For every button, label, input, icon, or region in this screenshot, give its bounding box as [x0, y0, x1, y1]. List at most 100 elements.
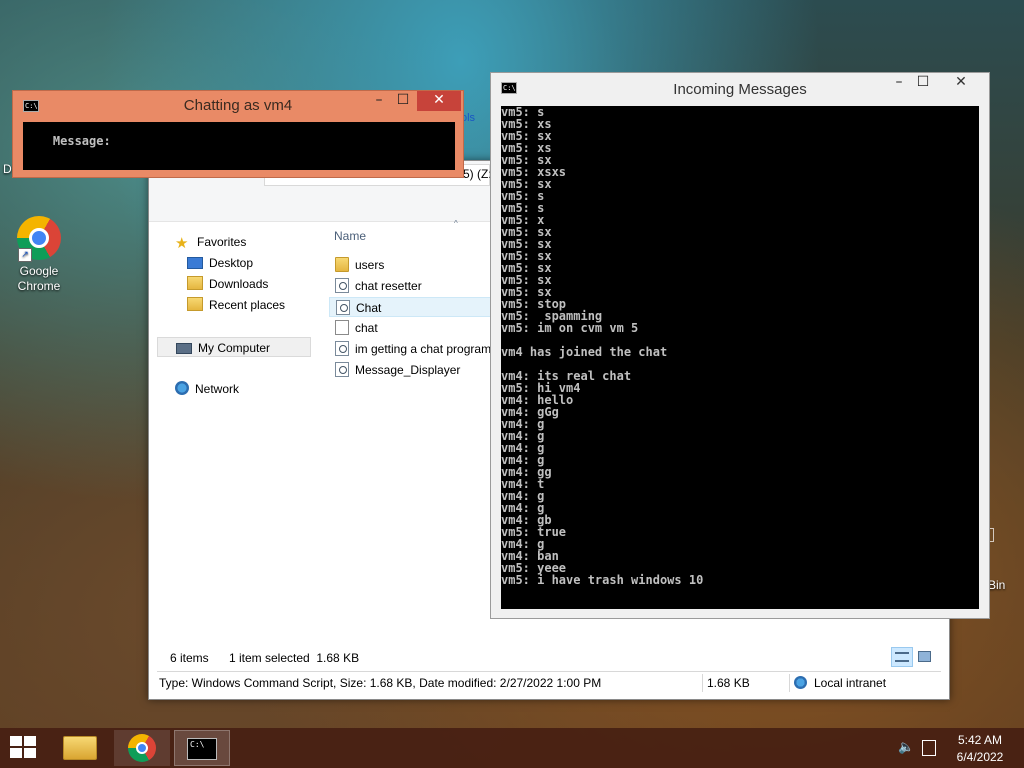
taskbar-google-chrome[interactable] [114, 730, 170, 766]
terminal-line: vm4: g [501, 429, 545, 443]
details-divider [702, 674, 703, 692]
terminal-line: vm4: g [501, 417, 545, 431]
terminal-line: vm5: sx [501, 261, 552, 275]
downloads-folder-icon [187, 276, 203, 290]
taskbar-command-prompt[interactable]: C:\ [174, 730, 230, 766]
text-document-icon [335, 320, 349, 335]
network-tray-icon[interactable] [922, 740, 936, 756]
maximize-button[interactable]: ☐ [911, 73, 935, 93]
terminal-line: vm5: i have trash windows 10 [501, 573, 704, 587]
chat-terminal[interactable]: Message: [23, 122, 455, 170]
chat-console-window: C:\ Chatting as vm4 – ☐ ✕ Message: [12, 90, 464, 178]
maximize-button[interactable]: ☐ [391, 91, 415, 111]
sort-chevron-icon: ^ [454, 219, 458, 228]
clock-time[interactable]: 5:42 AM [946, 733, 1014, 747]
script-gear-icon [336, 300, 350, 315]
large-icons-view-icon [918, 651, 931, 662]
nav-favorites[interactable]: ★ Favorites [175, 232, 246, 252]
terminal-line: vm5: xs [501, 141, 552, 155]
address-bar-partial-text: 5) (Z: [463, 167, 492, 181]
intranet-globe-icon [794, 676, 807, 689]
large-icons-view-button[interactable] [915, 647, 935, 667]
terminal-line: vm5: s [501, 189, 545, 203]
folder-icon [335, 257, 349, 272]
details-size: 1.68 KB [707, 676, 750, 690]
terminal-line: vm5: sx [501, 225, 552, 239]
terminal-line: vm5: x [501, 213, 545, 227]
network-icon [175, 381, 189, 395]
desktop-icon [187, 257, 203, 269]
terminal-line: vm4: gb [501, 513, 552, 527]
terminal-line: vm5: xs [501, 117, 552, 131]
windows-logo-icon [10, 736, 36, 758]
start-button[interactable] [10, 736, 38, 760]
terminal-line: vm5: sx [501, 285, 552, 299]
taskbar-file-explorer[interactable] [52, 730, 108, 766]
terminal-line: vm5: sx [501, 129, 552, 143]
details-view-button[interactable] [891, 647, 913, 667]
column-header-name[interactable]: Name [334, 229, 366, 243]
desktop-icon-label: Google Chrome [17, 264, 61, 293]
incoming-messages-window: C:\ Incoming Messages – ☐ ✕ vm5: s vm5: x… [490, 72, 990, 619]
status-item-count: 6 items [170, 651, 209, 665]
details-zone: Local intranet [814, 676, 887, 690]
terminal-line: vm5: im on cvm vm 5 [501, 321, 639, 335]
details-type-info: Type: Windows Command Script, Size: 1.68… [159, 676, 602, 690]
terminal-line: vm5: sx [501, 249, 552, 263]
terminal-line: vm5: s [501, 201, 545, 215]
taskbar: C:\ 🔈 5:42 AM 6/4/2022 [0, 728, 1024, 768]
close-button[interactable]: ✕ [417, 91, 461, 111]
incoming-terminal[interactable]: vm5: s vm5: xs vm5: sx vm5: xs vm5: sx vm5: x… [501, 106, 979, 609]
status-bar: 6 items 1 item selected 1.68 KB [149, 647, 949, 670]
incoming-window-titlebar[interactable]: C:\ Incoming Messages – ☐ ✕ [491, 73, 989, 103]
terminal-line: vm4: gGg [501, 405, 559, 419]
terminal-line: vm4: t [501, 477, 545, 491]
chat-window-titlebar[interactable]: C:\ Chatting as vm4 – ☐ ✕ [13, 91, 463, 121]
message-prompt: Message: [52, 134, 111, 148]
nav-desktop[interactable]: Desktop [187, 253, 253, 273]
details-bar: Type: Windows Command Script, Size: 1.68… [157, 671, 941, 694]
file-explorer-icon [63, 736, 97, 760]
nav-downloads[interactable]: Downloads [187, 274, 268, 294]
desktop-icon-recycle-bin-partial[interactable]: Bin [986, 528, 1024, 598]
terminal-line: vm5: true [501, 525, 567, 539]
computer-icon [176, 343, 192, 354]
terminal-line: vm4: gg [501, 465, 552, 479]
close-button[interactable]: ✕ [939, 73, 983, 93]
clock-date[interactable]: 6/4/2022 [946, 750, 1014, 764]
volume-muted-icon[interactable]: 🔈 [898, 741, 914, 755]
minimize-button[interactable]: – [367, 91, 391, 111]
terminal-line: vm5: xsxs [501, 165, 567, 179]
terminal-line: vm4: ban [501, 549, 559, 563]
script-gear-icon [335, 362, 349, 377]
chrome-icon [128, 734, 156, 762]
terminal-line: vm4: hello [501, 393, 574, 407]
recent-places-icon [187, 297, 203, 311]
terminal-line: vm4 has joined the chat [501, 345, 668, 359]
terminal-line: vm5: sx [501, 177, 552, 191]
terminal-line: vm4: g [501, 489, 545, 503]
terminal-line: vm4: g [501, 501, 545, 515]
desktop-icon-partial-left: D [3, 162, 12, 176]
terminal-line: vm4: g [501, 537, 545, 551]
terminal-line: vm5: s [501, 106, 545, 119]
terminal-line: vm5: sx [501, 153, 552, 167]
details-divider [789, 674, 790, 692]
nav-recent-places[interactable]: Recent places [187, 295, 285, 315]
details-view-icon [895, 652, 909, 662]
terminal-line: vm5: sx [501, 237, 552, 251]
nav-network[interactable]: Network [175, 379, 239, 399]
minimize-button[interactable]: – [887, 73, 911, 93]
nav-my-computer[interactable]: My Computer [157, 337, 311, 357]
script-gear-icon [335, 341, 349, 356]
script-gear-icon [335, 278, 349, 293]
desktop-icon-label: Bin [988, 578, 1006, 592]
cmd-icon: C:\ [187, 738, 217, 760]
status-selection: 1 item selected 1.68 KB [229, 651, 360, 665]
terminal-line: vm4: g [501, 453, 545, 467]
terminal-line: vm4: g [501, 441, 545, 455]
shortcut-arrow-icon: ↗ [18, 248, 32, 262]
desktop-icon-google-chrome[interactable]: ↗ Google Chrome [4, 216, 74, 294]
star-icon: ★ [175, 235, 189, 252]
terminal-line: vm5: sx [501, 273, 552, 287]
